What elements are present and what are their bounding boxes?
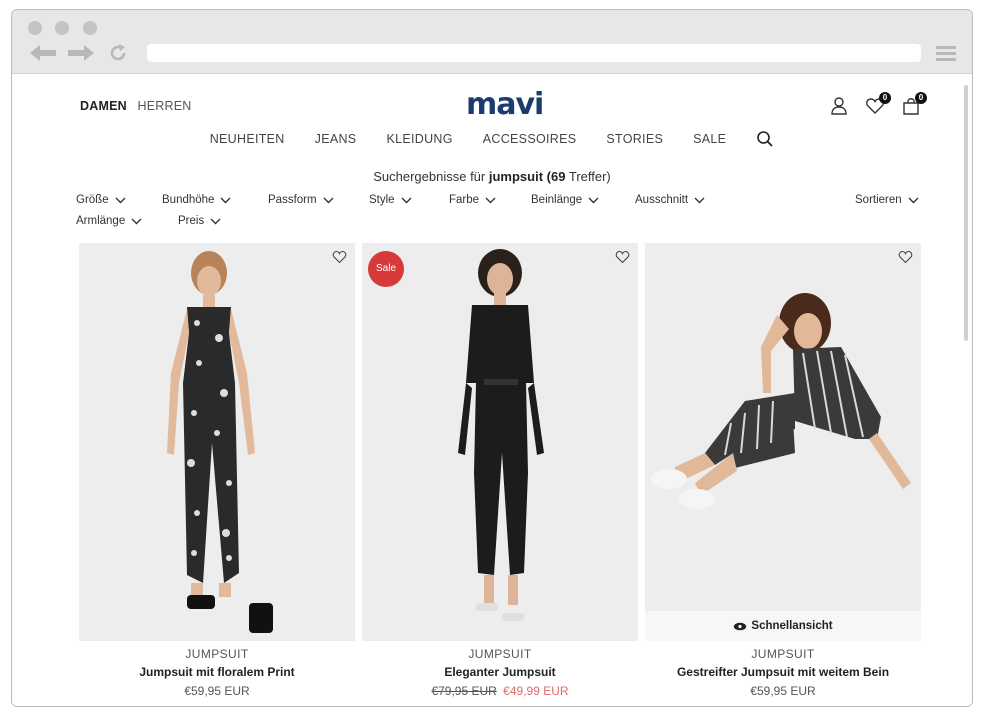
chevron-down-icon bbox=[908, 197, 919, 203]
eye-icon bbox=[734, 622, 747, 630]
product-meta: JUMPSUIT Eleganter Jumpsuit €79,95 EUR €… bbox=[362, 647, 638, 698]
model-black-jumpsuit-image bbox=[362, 243, 638, 641]
sale-price: €49,99 EUR bbox=[503, 684, 569, 698]
filter-bundhoehe[interactable]: Bundhöhe bbox=[162, 194, 231, 206]
tab-herren[interactable]: HERREN bbox=[138, 99, 192, 113]
chevron-down-icon bbox=[210, 218, 221, 224]
wishlist-heart-icon[interactable] bbox=[332, 250, 347, 264]
cart-button[interactable]: 0 bbox=[900, 92, 927, 117]
product-card[interactable]: JUMPSUIT Jumpsuit mit floralem Print €59… bbox=[79, 243, 355, 698]
model-floral-jumpsuit-image bbox=[79, 243, 355, 641]
chevron-down-icon bbox=[485, 197, 496, 203]
wishlist-count-badge: 0 bbox=[879, 92, 891, 104]
product-meta: JUMPSUIT Jumpsuit mit floralem Print €59… bbox=[79, 647, 355, 698]
address-bar[interactable] bbox=[147, 44, 921, 62]
product-image[interactable]: Schnellansicht bbox=[645, 243, 921, 641]
quickview-button[interactable]: Schnellansicht bbox=[645, 611, 921, 641]
window-maximize-dot[interactable] bbox=[83, 21, 97, 35]
gender-tabs: DAMEN HERREN bbox=[80, 99, 199, 113]
product-category: JUMPSUIT bbox=[185, 647, 249, 661]
product-price: €59,95 EUR bbox=[184, 684, 250, 698]
window-close-dot[interactable] bbox=[28, 21, 42, 35]
filter-farbe[interactable]: Farbe bbox=[449, 194, 496, 206]
sort-dropdown[interactable]: Sortieren bbox=[855, 194, 919, 206]
nav-accessoires[interactable]: ACCESSOIRES bbox=[483, 132, 577, 148]
scrollbar[interactable] bbox=[964, 85, 968, 341]
window-minimize-dot[interactable] bbox=[55, 21, 69, 35]
product-name[interactable]: Eleganter Jumpsuit bbox=[362, 665, 638, 679]
nav-jeans[interactable]: JEANS bbox=[315, 132, 357, 148]
product-category: JUMPSUIT bbox=[751, 647, 815, 661]
search-results-summary: Suchergebnisse für jumpsuit (69 Treffer) bbox=[373, 169, 611, 184]
chevron-down-icon bbox=[401, 197, 412, 203]
filter-preis[interactable]: Preis bbox=[178, 215, 221, 227]
search-icon[interactable] bbox=[756, 130, 774, 148]
cart-count-badge: 0 bbox=[915, 92, 927, 104]
product-image[interactable]: Sale bbox=[362, 243, 638, 641]
product-price: €79,95 EUR €49,99 EUR bbox=[362, 684, 638, 698]
wishlist-button[interactable]: 0 bbox=[864, 92, 891, 117]
chevron-down-icon bbox=[220, 197, 231, 203]
nav-sale[interactable]: SALE bbox=[693, 132, 726, 148]
chevron-down-icon bbox=[115, 197, 126, 203]
account-icon[interactable] bbox=[828, 95, 850, 117]
chevron-down-icon bbox=[694, 197, 705, 203]
header-icons: 0 0 bbox=[828, 92, 927, 117]
wishlist-heart-icon[interactable] bbox=[898, 250, 913, 264]
product-card[interactable]: Schnellansicht JUMPSUIT Gestreifter Jump… bbox=[645, 243, 921, 698]
mavi-logo[interactable]: mavi bbox=[466, 87, 544, 122]
result-count: (69 bbox=[546, 169, 566, 184]
chevron-down-icon bbox=[588, 197, 599, 203]
back-arrow-icon[interactable] bbox=[28, 43, 58, 63]
forward-arrow-icon[interactable] bbox=[66, 43, 96, 63]
product-category: JUMPSUIT bbox=[468, 647, 532, 661]
page-content: DAMEN HERREN mavi 0 0 NEUHEITEN JEANS KL… bbox=[12, 75, 972, 706]
sale-badge: Sale bbox=[368, 251, 404, 287]
filter-style[interactable]: Style bbox=[369, 194, 412, 206]
main-navigation: NEUHEITEN JEANS KLEIDUNG ACCESSOIRES STO… bbox=[12, 130, 972, 148]
product-image[interactable] bbox=[79, 243, 355, 641]
old-price: €79,95 EUR bbox=[431, 684, 497, 698]
chevron-down-icon bbox=[131, 218, 142, 224]
product-price: €59,95 EUR bbox=[750, 684, 816, 698]
model-striped-jumpsuit-image bbox=[645, 243, 921, 641]
product-name[interactable]: Jumpsuit mit floralem Print bbox=[79, 665, 355, 679]
browser-menu-icon[interactable] bbox=[936, 46, 956, 62]
tab-damen[interactable]: DAMEN bbox=[80, 99, 127, 113]
filter-passform[interactable]: Passform bbox=[268, 194, 334, 206]
chevron-down-icon bbox=[323, 197, 334, 203]
nav-neuheiten[interactable]: NEUHEITEN bbox=[210, 132, 285, 148]
product-card[interactable]: Sale JUMPSUIT Eleganter Jumpsuit €79,95 … bbox=[362, 243, 638, 698]
filter-beinlaenge[interactable]: Beinlänge bbox=[531, 194, 599, 206]
product-name[interactable]: Gestreifter Jumpsuit mit weitem Bein bbox=[645, 665, 921, 679]
wishlist-heart-icon[interactable] bbox=[615, 250, 630, 264]
browser-chrome bbox=[12, 10, 972, 74]
nav-kleidung[interactable]: KLEIDUNG bbox=[386, 132, 452, 148]
product-meta: JUMPSUIT Gestreifter Jumpsuit mit weitem… bbox=[645, 647, 921, 698]
filter-armlaenge[interactable]: Armlänge bbox=[76, 215, 142, 227]
filter-groesse[interactable]: Größe bbox=[76, 194, 126, 206]
filter-ausschnitt[interactable]: Ausschnitt bbox=[635, 194, 705, 206]
search-query: jumpsuit bbox=[488, 169, 544, 184]
browser-window: DAMEN HERREN mavi 0 0 NEUHEITEN JEANS KL… bbox=[11, 9, 973, 707]
reload-icon[interactable] bbox=[108, 43, 128, 63]
nav-stories[interactable]: STORIES bbox=[606, 132, 663, 148]
